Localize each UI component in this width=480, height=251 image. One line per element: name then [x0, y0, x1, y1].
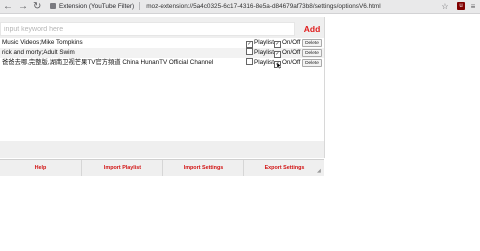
playlist-option[interactable]: ✓ Playlist [246, 38, 274, 48]
delete-button[interactable]: Delete [302, 49, 322, 57]
import-settings-tab[interactable]: Import Settings [162, 160, 244, 176]
filter-keyword: Music Videos;Mike Tompkins [2, 39, 83, 46]
ublock-icon[interactable]: u [457, 2, 465, 10]
filter-row: Music Videos;Mike Tompkins ✓ Playlist ✓ On… [0, 38, 324, 48]
divider [139, 2, 141, 10]
playlist-label: Playlist [254, 39, 274, 46]
forward-icon[interactable]: → [18, 1, 28, 12]
playlist-option[interactable]: Playlist [246, 58, 274, 68]
resize-handle-icon[interactable]: ◢ [317, 169, 322, 174]
keyword-input[interactable] [0, 22, 295, 36]
playlist-label: Playlist [254, 49, 274, 56]
import-playlist-tab[interactable]: Import Playlist [81, 160, 163, 176]
add-button[interactable]: Add [300, 22, 324, 37]
address-bar[interactable]: Extension (YouTube Filter) moz-extension:… [50, 1, 420, 12]
bottom-nav: Help Import Playlist Import Settings Exp… [0, 159, 324, 176]
onoff-checkbox[interactable]: ✓ [274, 51, 281, 58]
back-icon[interactable]: ← [3, 1, 13, 12]
filter-keyword: rick and morty;Adult Swim [2, 49, 75, 56]
mouse-cursor-icon [277, 62, 281, 69]
filter-options-panel: Add Music Videos;Mike Tompkins ✓Playlist… [0, 17, 325, 176]
onoff-label: On/Off [282, 39, 301, 46]
extension-title: Extension (YouTube Filter) [59, 3, 135, 10]
reload-icon[interactable]: ↻ [33, 1, 41, 12]
playlist-checkbox[interactable] [246, 48, 253, 55]
playlist-checkbox[interactable]: ✓ [246, 41, 253, 48]
filter-row: 爸爸去哪,完整版,湖南卫视芒果TV官方頻道 China HunanTV Offi… [0, 58, 324, 68]
menu-icon[interactable]: ≡ [469, 1, 477, 12]
onoff-option[interactable]: ✓On/Off [274, 48, 300, 58]
bookmark-star-icon[interactable]: ☆ [441, 1, 449, 12]
filter-row: rick and morty;Adult Swim Playlist ✓ On/O… [0, 48, 324, 58]
delete-button[interactable]: Delete [302, 39, 322, 47]
url-text: moz-extension://5a4c0325-6c17-4316-8e5a-… [146, 3, 381, 10]
playlist-option[interactable]: Playlist [246, 48, 274, 58]
filter-keyword: 爸爸去哪,完整版,湖南卫视芒果TV官方頻道 China HunanTV Offi… [2, 59, 214, 66]
playlist-label: Playlist [254, 59, 274, 66]
filter-list: Music Videos;Mike Tompkins ✓ Playlist ✓ On… [0, 38, 324, 141]
search-row: Add [0, 22, 324, 38]
delete-button[interactable]: Delete [302, 59, 322, 67]
playlist-checkbox[interactable] [246, 58, 253, 65]
onoff-label: On/Off [282, 59, 301, 66]
extension-icon [50, 3, 56, 9]
onoff-label: On/Off [282, 49, 301, 56]
export-settings-tab[interactable]: Export Settings [243, 160, 325, 176]
browser-toolbar: ← → ↻ Extension (YouTube Filter) moz-exte… [0, 0, 480, 14]
help-tab[interactable]: Help [0, 160, 81, 176]
onoff-checkbox[interactable]: ✓ [274, 41, 281, 48]
onoff-option[interactable]: ✓On/Off [274, 38, 300, 48]
